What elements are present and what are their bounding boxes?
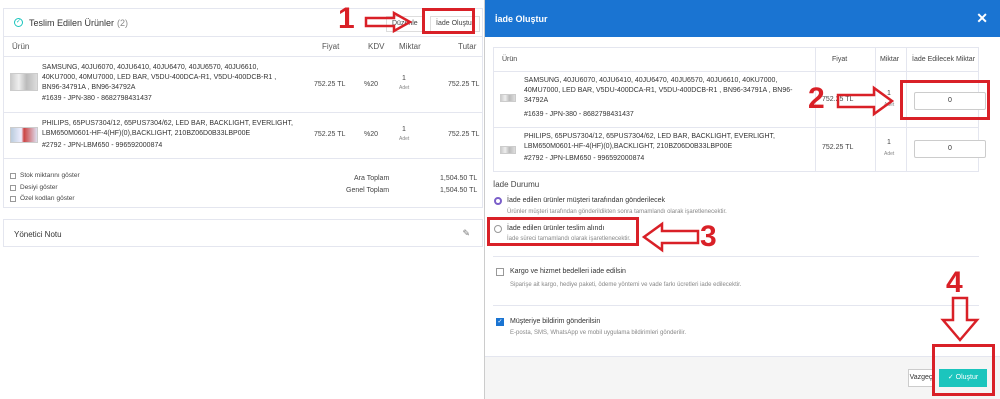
checkbox[interactable]	[10, 172, 16, 179]
product-image	[500, 146, 516, 154]
notify-customer-desc: E-posta, SMS, WhatsApp ve mobil uygulama…	[510, 330, 687, 336]
return-status-label: İade Durumu	[493, 180, 540, 189]
arrow-right-icon	[364, 10, 413, 34]
create-return-modal: İade Oluştur ✕ Ürün Fiyat Miktar İade Ed…	[484, 0, 1000, 399]
product-image	[500, 94, 516, 102]
cargo-refund-checkbox[interactable]	[496, 268, 504, 276]
manager-note-title: Yönetici Notu	[14, 230, 62, 239]
product-sku: #2792 - JPN-LBM650 - 996592000874	[524, 155, 645, 162]
table-header: Ürün Fiyat KDV Miktar Tutar	[4, 37, 482, 57]
grandtotal-value: 1,504.50 TL	[440, 187, 478, 194]
unit: Adet	[884, 151, 895, 157]
option-customer-will-send-desc: Ürünler müşteri tarafından gönderildikte…	[507, 209, 727, 215]
cargo-refund-label: Kargo ve hizmet bedelleri iade edilsin	[510, 268, 626, 275]
qty: 1	[887, 139, 891, 146]
option-customer-will-send: İade edilen ürünler müşteri tarafından g…	[507, 197, 665, 204]
show-stock-check[interactable]: Stok miktarını göster	[10, 172, 80, 179]
price: 752.25 TL	[314, 131, 346, 138]
subtotal-label: Ara Toplam	[354, 175, 390, 182]
unit: Adet	[399, 136, 410, 142]
col-kdv: KDV	[368, 42, 385, 51]
divider	[493, 305, 979, 306]
highlight-box-submit	[932, 344, 995, 396]
col-qty: Miktar	[399, 42, 421, 51]
show-special-codes-check[interactable]: Özel kodları göster	[10, 195, 75, 202]
price: 752.25 TL	[314, 81, 346, 88]
modal-footer: Vazgeç ✓ Oluştur	[485, 356, 1000, 399]
product-name: PHILIPS, 65PUS7304/12, 65PUS7304/62, LED…	[524, 133, 775, 150]
product-name: PHILIPS, 65PUS7304/12, 65PUS7304/62, LED…	[42, 120, 293, 137]
check-label: Stok miktarını göster	[20, 172, 80, 179]
step-3-number: 3	[700, 220, 717, 253]
product-image	[10, 73, 38, 91]
col-price: Fiyat	[832, 56, 848, 63]
highlight-box-received-option	[487, 217, 639, 246]
highlight-box-return-qty	[900, 80, 990, 120]
qty: 1	[402, 126, 406, 133]
col-total: Tutar	[458, 42, 477, 51]
checkbox[interactable]	[10, 184, 16, 191]
product-name: SAMSUNG, 40JU6070, 40JU6410, 40JU6470, 4…	[42, 64, 277, 91]
arrow-right-icon	[836, 85, 895, 117]
show-desi-check[interactable]: Desiyi göster	[10, 184, 58, 191]
grandtotal-label: Genel Toplam	[346, 187, 390, 194]
product-name: SAMSUNG, 40JU6070, 40JU6410, 40JU6470, 4…	[524, 77, 793, 104]
product-sku: #1639 - JPN-380 - 8682798431437	[524, 111, 634, 118]
price: 752.25 TL	[822, 144, 854, 151]
modal-header: İade Oluştur ✕	[485, 0, 1000, 37]
kdv: %20	[364, 81, 379, 88]
delivered-products-panel: ✓ Teslim Edilen Ürünler (2) Düzenle İade…	[3, 8, 483, 208]
step-1-number: 1	[338, 2, 355, 35]
radio-customer-will-send[interactable]	[494, 197, 502, 205]
col-return-qty: İade Edilecek Miktar	[912, 56, 976, 63]
notify-customer-checkbox[interactable]: ✓	[496, 318, 504, 326]
step-4-number: 4	[946, 266, 963, 299]
return-qty-input[interactable]: 0	[914, 140, 986, 158]
product-sku: #1639 - JPN-380 - 8682798431437	[42, 95, 152, 102]
total: 752.25 TL	[448, 81, 480, 88]
table-row: PHILIPS, 65PUS7304/12, 65PUS7304/62, LED…	[494, 128, 986, 172]
table-row: SAMSUNG, 40JU6070, 40JU6410, 40JU6470, 4…	[4, 57, 482, 113]
product-image	[10, 127, 38, 143]
cancel-button[interactable]: Vazgeç	[908, 369, 934, 387]
check-label: Desiyi göster	[20, 184, 58, 191]
table-row: PHILIPS, 65PUS7304/12, 65PUS7304/62, LED…	[4, 113, 482, 159]
product-count: (2)	[117, 17, 129, 28]
col-price: Fiyat	[322, 42, 340, 51]
modal-title: İade Oluştur	[495, 13, 548, 24]
col-qty: Miktar	[880, 56, 900, 63]
cargo-refund-desc: Siparişe ait kargo, hediye paketi, ödeme…	[510, 282, 742, 288]
close-icon[interactable]: ✕	[976, 10, 988, 27]
edit-icon[interactable]: ✎	[462, 228, 470, 239]
qty: 1	[402, 75, 406, 82]
arrow-down-icon	[940, 296, 980, 342]
highlight-box-create-return	[422, 8, 475, 34]
step-2-number: 2	[808, 82, 825, 115]
panel-title: Teslim Edilen Ürünler	[29, 17, 115, 28]
subtotal-value: 1,504.50 TL	[440, 175, 478, 182]
manager-note-panel: Yönetici Notu ✎	[3, 219, 483, 247]
unit: Adet	[399, 85, 410, 91]
checkbox[interactable]	[10, 195, 16, 202]
product-sku: #2792 - JPN-LBM650 - 996592000874	[42, 142, 163, 149]
notify-customer-label: Müşteriye bildirim gönderilsin	[510, 318, 601, 325]
total: 752.25 TL	[448, 131, 480, 138]
arrow-left-icon	[641, 221, 700, 253]
col-product: Ürün	[502, 56, 518, 63]
check-circle-icon: ✓	[14, 18, 23, 27]
divider	[493, 256, 979, 257]
check-label: Özel kodları göster	[20, 195, 75, 202]
kdv: %20	[364, 131, 379, 138]
col-product: Ürün	[12, 42, 30, 51]
